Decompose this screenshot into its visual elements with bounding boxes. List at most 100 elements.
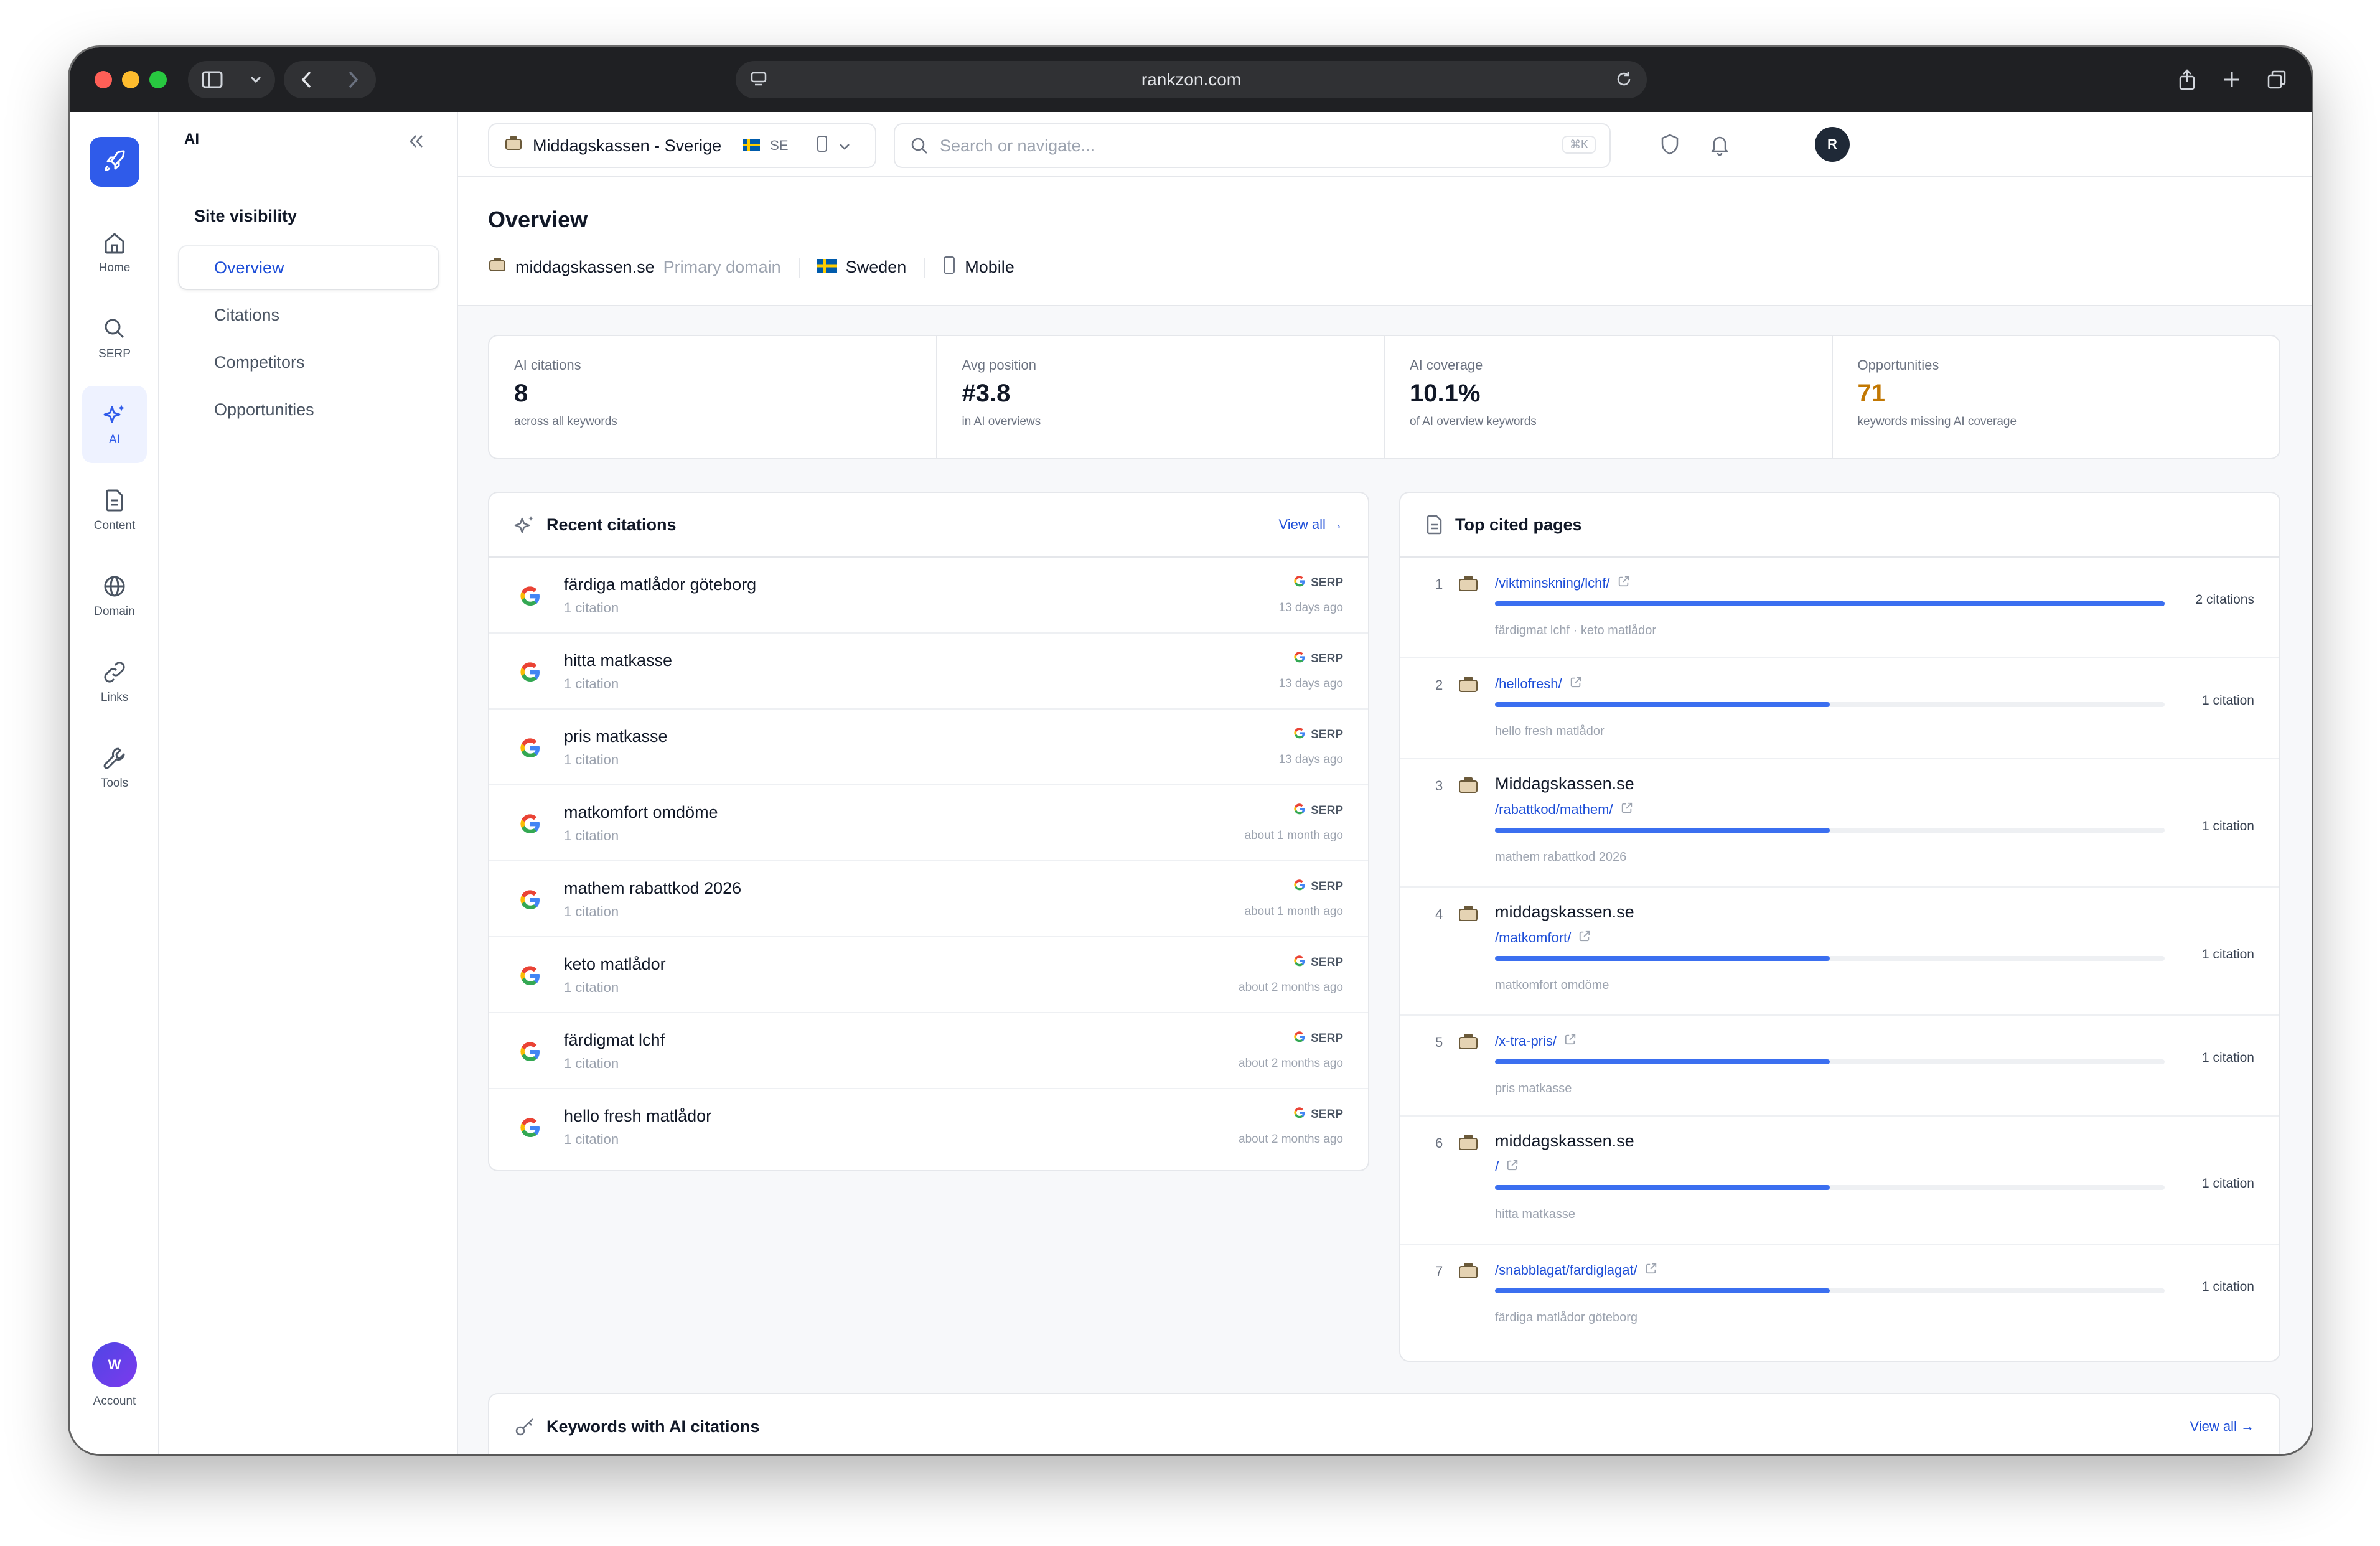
serp-label: SERP <box>1311 576 1343 589</box>
key-icon <box>515 1418 533 1436</box>
external-link-icon[interactable] <box>1570 676 1582 692</box>
chevron-down-icon[interactable] <box>838 136 851 156</box>
icon-rail: Home SERP AI Content Domain Links Tools … <box>70 112 159 1454</box>
close-window-button[interactable] <box>95 71 112 88</box>
citation-share-fill <box>1495 956 1830 961</box>
stat-sub: keywords missing AI coverage <box>1857 415 2017 428</box>
serp-label: SERP <box>1311 956 1343 969</box>
citation-row[interactable]: färdigmat lchf 1 citation SERP about 2 mont… <box>489 1013 1368 1089</box>
shield-icon[interactable] <box>1659 133 1680 156</box>
card-header: Recent citations View all → <box>489 493 1368 558</box>
page-path-link[interactable]: /snabblagat/fardiglagat/ <box>1495 1262 1657 1278</box>
stat-label: AI citations <box>514 357 581 373</box>
citation-row[interactable]: pris matkasse 1 citation SERP 13 days ago <box>489 710 1368 785</box>
external-link-icon[interactable] <box>1506 1159 1519 1175</box>
page-path: /hellofresh/ <box>1495 676 1562 691</box>
serp-badge: SERP <box>1293 651 1343 667</box>
home-icon <box>105 233 124 254</box>
external-link-icon[interactable] <box>1645 1262 1657 1278</box>
rail-item-domain[interactable]: Domain <box>82 558 147 635</box>
search-input[interactable]: Search or navigate... ⌘K <box>894 123 1611 168</box>
page-path-link[interactable]: /matkomfort/ <box>1495 930 1591 946</box>
mobile-device-icon[interactable] <box>816 134 828 157</box>
account-button[interactable]: W Account <box>82 1337 147 1414</box>
external-link-icon[interactable] <box>1564 1033 1577 1049</box>
tabs-overview-icon[interactable] <box>2261 61 2293 98</box>
address-bar[interactable]: rankzon.com <box>736 61 1647 98</box>
page-header: Overview middagskassen.se Primary domain… <box>458 177 2312 306</box>
stats-row: AI citations 8 across all keywords Avg p… <box>488 335 2280 459</box>
sidebar-toggle-button[interactable] <box>188 61 275 98</box>
citation-row[interactable]: hello fresh matlådor 1 citation SERP about … <box>489 1089 1368 1165</box>
view-all-citations-link[interactable]: View all → <box>1278 517 1343 533</box>
subnav-item-citations[interactable]: Citations <box>179 294 438 336</box>
citation-share-fill <box>1495 601 2165 606</box>
citation-time: about 1 month ago <box>1244 829 1343 842</box>
external-link-icon[interactable] <box>1578 930 1591 946</box>
rail-item-tools[interactable]: Tools <box>82 729 147 807</box>
page-rank: 4 <box>1435 906 1443 922</box>
rail-item-home[interactable]: Home <box>82 214 147 291</box>
citation-row[interactable]: mathem rabattkod 2026 1 citation SERP about… <box>489 861 1368 937</box>
subnav-item-overview[interactable]: Overview <box>179 246 438 289</box>
rail-label-home: Home <box>98 261 131 274</box>
subnav-item-opportunities[interactable]: Opportunities <box>179 388 438 431</box>
account-label: Account <box>93 1395 136 1408</box>
citation-count: 1 citation <box>564 1056 619 1071</box>
page-citation-count: 1 citation <box>2201 947 2254 962</box>
page-citation-count: 1 citation <box>2201 693 2254 708</box>
external-link-icon[interactable] <box>1618 575 1630 591</box>
page-path-link[interactable]: / <box>1495 1159 1519 1175</box>
back-icon[interactable] <box>301 70 313 89</box>
citation-row[interactable]: hitta matkasse 1 citation SERP 13 days ago <box>489 634 1368 710</box>
site-selector[interactable]: Middagskassen - Sverige SE <box>488 123 876 168</box>
document-icon <box>106 489 123 512</box>
site-settings-icon[interactable] <box>749 70 768 88</box>
page-path-link[interactable]: /rabattkod/mathem/ <box>1495 802 1633 818</box>
rail-item-ai[interactable]: AI <box>82 386 147 463</box>
account-avatar: W <box>92 1342 137 1387</box>
citation-keyword: hitta matkasse <box>564 651 673 670</box>
user-avatar[interactable]: R <box>1815 127 1850 162</box>
maximize-window-button[interactable] <box>149 71 167 88</box>
page-favicon-icon <box>1458 904 1479 925</box>
serp-label: SERP <box>1311 728 1343 741</box>
subnav-item-competitors[interactable]: Competitors <box>179 341 438 383</box>
rail-item-content[interactable]: Content <box>82 472 147 549</box>
page-keywords: färdigmat lchf · keto matlådor <box>1495 624 1656 637</box>
external-link-icon[interactable] <box>1621 802 1633 818</box>
page-path-link[interactable]: /x-tra-pris/ <box>1495 1033 1577 1049</box>
citation-row[interactable]: matkomfort omdöme 1 citation SERP about 1 m… <box>489 785 1368 861</box>
citation-share-bar <box>1495 1288 2165 1293</box>
citation-share-fill <box>1495 1059 1830 1064</box>
citation-row[interactable]: keto matlådor 1 citation SERP about 2 month… <box>489 937 1368 1013</box>
page-citation-count: 1 citation <box>2201 1176 2254 1191</box>
serp-label: SERP <box>1311 652 1343 665</box>
google-icon <box>1293 1107 1306 1123</box>
minimize-window-button[interactable] <box>122 71 139 88</box>
citation-row[interactable]: färdiga matlådor göteborg 1 citation SERP 1… <box>489 558 1368 634</box>
rail-item-serp[interactable]: SERP <box>82 300 147 377</box>
card-title: Keywords with AI citations <box>546 1417 760 1436</box>
reload-icon[interactable] <box>1614 70 1633 88</box>
divider <box>798 257 800 278</box>
citation-count: 1 citation <box>564 904 619 919</box>
forward-icon[interactable] <box>347 70 359 89</box>
divider <box>924 257 925 278</box>
share-icon[interactable] <box>2171 61 2203 98</box>
page-path: /matkomfort/ <box>1495 930 1572 945</box>
citation-time: about 2 months ago <box>1239 981 1343 994</box>
new-tab-icon[interactable] <box>2216 61 2248 98</box>
bell-icon[interactable] <box>1709 133 1730 156</box>
page-path-link[interactable]: /hellofresh/ <box>1495 676 1582 692</box>
citation-keyword: hello fresh matlådor <box>564 1107 712 1125</box>
view-all-keywords-link[interactable]: View all → <box>2190 1418 2254 1435</box>
page-path-link[interactable]: /viktminskning/lchf/ <box>1495 575 1630 591</box>
brand-logo[interactable] <box>90 137 139 187</box>
rail-label-links: Links <box>100 691 129 704</box>
link-icon <box>104 662 125 683</box>
page-rank: 1 <box>1435 576 1443 592</box>
citation-count: 1 citation <box>564 980 619 995</box>
collapse-sidebar-icon[interactable] <box>407 132 426 151</box>
rail-item-links[interactable]: Links <box>82 644 147 721</box>
